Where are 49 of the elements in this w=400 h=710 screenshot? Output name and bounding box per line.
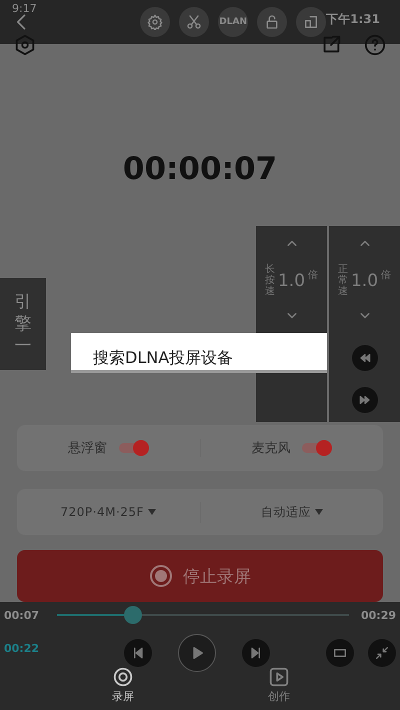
record-icon: [112, 666, 134, 688]
clip-time: 00:22: [4, 642, 40, 655]
lock-button[interactable]: [257, 7, 288, 37]
collapse-icon: [374, 645, 390, 661]
help-icon[interactable]: [364, 34, 386, 56]
cut-button[interactable]: [179, 7, 210, 37]
toggle-label: 悬浮窗: [68, 440, 107, 457]
scissors-icon: [186, 14, 202, 30]
elapsed-time: 00:07: [4, 608, 40, 622]
fast-forward-button[interactable]: [352, 387, 378, 413]
speed-unit: 倍: [308, 268, 318, 282]
total-time: 00:29: [360, 608, 396, 622]
fast-forward-icon: [358, 393, 372, 407]
toggle-switch[interactable]: [118, 440, 149, 456]
caret-icon: [148, 509, 156, 515]
gear-icon: [147, 14, 164, 30]
engine-tab[interactable]: 引擎一: [0, 278, 46, 370]
recording-timer: 00:00:07: [122, 151, 278, 187]
speed-value: 1.0: [350, 270, 378, 290]
previous-button[interactable]: [124, 639, 152, 667]
play-button[interactable]: [178, 634, 216, 672]
dlna-search-menu-item[interactable]: 搜索DLNA投屏设备: [71, 333, 327, 373]
clock-time: 下午1:31: [326, 10, 380, 28]
status-time: 9:17: [12, 2, 37, 15]
nav-tab[interactable]: 创作: [268, 666, 290, 704]
stop-recording-button[interactable]: 停止录屏: [17, 550, 383, 602]
video-icon: [268, 666, 290, 688]
rewind-button[interactable]: [352, 345, 378, 371]
toggle-label: 麦克风: [251, 440, 290, 457]
dropdown[interactable]: 720P·4M·25F: [58, 503, 158, 521]
speed-label: 正常速: [338, 264, 348, 297]
nav-tab[interactable]: 录屏: [112, 666, 134, 704]
crop-button[interactable]: [326, 639, 354, 667]
layout-button[interactable]: [296, 7, 326, 37]
caret-icon: [314, 509, 323, 515]
speed-unit: 倍: [381, 268, 392, 282]
rewind-icon: [358, 351, 372, 365]
layout-icon: [303, 14, 320, 30]
dropdown[interactable]: 自动适应: [258, 502, 325, 522]
toggle-switch[interactable]: [302, 440, 332, 456]
next-button[interactable]: [242, 639, 270, 667]
collapse-button[interactable]: [368, 639, 396, 667]
speed-value: 1.0: [278, 270, 306, 290]
hexagon-icon[interactable]: [14, 34, 36, 56]
dlan-button[interactable]: DLAN: [218, 7, 248, 37]
record-icon: [149, 564, 173, 588]
speed-label: 长按速: [264, 264, 275, 297]
settings-button[interactable]: [140, 7, 170, 37]
unlock-icon: [264, 14, 280, 30]
